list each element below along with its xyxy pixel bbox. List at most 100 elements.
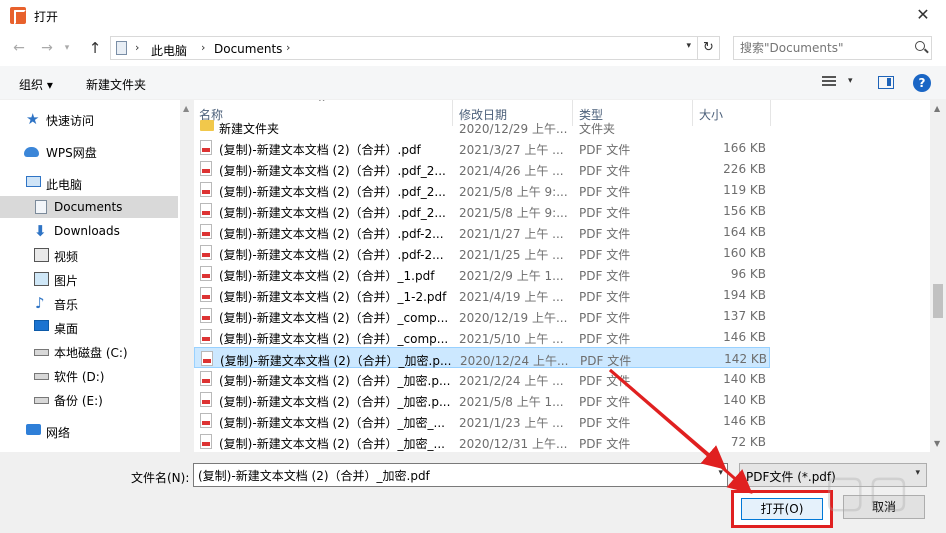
view-options-icon[interactable] (822, 76, 838, 90)
preview-pane-icon[interactable] (878, 76, 894, 89)
file-list-scrollbar[interactable]: ▲ ▼ (930, 100, 946, 452)
pdf-file-icon (200, 371, 212, 386)
file-size: 140 KB (723, 393, 766, 407)
close-button[interactable]: ✕ (900, 0, 946, 32)
table-row[interactable]: (复制)-新建文本文档 (2)（合并）_1.pdf 2021/2/9 上午 1..… (194, 263, 770, 284)
table-row[interactable]: (复制)-新建文本文档 (2)（合并）.pdf_2... 2021/5/8 上午 … (194, 179, 770, 200)
nav-item-label: 备份 (E:) (54, 394, 103, 408)
cancel-button[interactable]: 取消 (843, 495, 925, 519)
table-row[interactable]: (复制)-新建文本文档 (2)（合并）_comp... 2020/12/19 上午… (194, 305, 770, 326)
file-name: (复制)-新建文本文档 (2)（合并）_comp... (219, 311, 449, 325)
organize-button[interactable]: 组织 ▾ (19, 76, 53, 93)
file-date: 2020/12/31 上午... (459, 437, 568, 451)
nav-item-wps-cloud[interactable]: WPS网盘 (0, 140, 178, 162)
filename-input[interactable] (198, 467, 698, 483)
breadcrumb-chevron-icon[interactable]: › (286, 41, 290, 54)
scroll-up-arrow-icon[interactable]: ▲ (934, 104, 940, 113)
forward-arrow-icon[interactable]: → (36, 38, 58, 58)
search-box[interactable] (733, 36, 932, 60)
file-date: 2021/5/8 上午 9:... (459, 206, 568, 220)
help-icon[interactable]: ? (913, 74, 931, 92)
filename-combobox[interactable]: ▾ (193, 463, 728, 487)
file-date: 2021/4/19 上午 ... (459, 290, 564, 304)
nav-item-drive-d[interactable]: 软件 (D:) (0, 364, 178, 386)
nav-item-pictures[interactable]: 图片 (0, 268, 178, 290)
scrollbar-thumb[interactable] (933, 284, 943, 318)
nav-item-drive-c[interactable]: 本地磁盘 (C:) (0, 340, 178, 362)
file-name: (复制)-新建文本文档 (2)（合并）.pdf (219, 143, 421, 157)
pdf-file-icon (200, 413, 212, 428)
recent-locations-chevron-icon[interactable]: ▾ (60, 38, 74, 58)
documents-icon (35, 200, 47, 214)
column-divider[interactable] (770, 100, 771, 126)
file-name: (复制)-新建文本文档 (2)（合并）.pdf-2... (219, 227, 444, 241)
breadcrumb-chevron-icon[interactable]: › (135, 41, 139, 54)
file-name: (复制)-新建文本文档 (2)（合并）.pdf-2... (219, 248, 444, 262)
table-row[interactable]: (复制)-新建文本文档 (2)（合并）.pdf_2... 2021/4/26 上午… (194, 158, 770, 179)
filetype-select[interactable]: PDF文件 (*.pdf) ▾ (739, 463, 927, 487)
file-date: 2021/1/27 上午 ... (459, 227, 564, 241)
address-bar[interactable]: › 此电脑 › Documents › ▾ (110, 36, 698, 60)
address-document-icon (116, 41, 127, 55)
drive-icon (34, 349, 49, 356)
table-row[interactable]: (复制)-新建文本文档 (2)（合并）_加密_... 2021/1/23 上午 .… (194, 410, 770, 431)
file-size: 226 KB (723, 162, 766, 176)
nav-item-downloads[interactable]: ⬇ Downloads (0, 220, 178, 242)
table-row[interactable]: (复制)-新建文本文档 (2)（合并）_加密_... 2020/12/31 上午.… (194, 431, 770, 452)
file-type: PDF 文件 (579, 395, 631, 409)
nav-item-label: Downloads (54, 224, 120, 238)
nav-scrollbar[interactable]: ▲ (180, 100, 194, 452)
address-dropdown-chevron-icon[interactable]: ▾ (686, 41, 691, 51)
music-icon: ♪ (35, 294, 45, 312)
breadcrumb-chevron-icon[interactable]: › (201, 41, 205, 54)
search-input[interactable] (740, 40, 900, 56)
file-date: 2021/4/26 上午 ... (459, 164, 564, 178)
breadcrumb-documents[interactable]: Documents (214, 42, 282, 56)
filename-dropdown-chevron-icon[interactable]: ▾ (718, 468, 723, 478)
up-arrow-icon[interactable]: ↑ (84, 38, 106, 58)
search-icon[interactable] (915, 41, 925, 51)
nav-item-network[interactable]: 网络 (0, 420, 178, 442)
scroll-down-arrow-icon[interactable]: ▼ (934, 439, 940, 448)
table-row[interactable]: (复制)-新建文本文档 (2)（合并）_加密.p... 2021/5/8 上午 1… (194, 389, 770, 410)
folder-icon (200, 120, 214, 131)
nav-item-label: 桌面 (54, 322, 79, 336)
nav-item-quick-access[interactable]: ★ 快速访问 (0, 108, 178, 130)
table-row[interactable]: (复制)-新建文本文档 (2)（合并）.pdf_2... 2021/5/8 上午 … (194, 200, 770, 221)
file-type: PDF 文件 (580, 354, 632, 368)
table-row[interactable]: (复制)-新建文本文档 (2)（合并）_加密.p... 2020/12/24 上午… (194, 347, 770, 368)
table-row[interactable]: (复制)-新建文本文档 (2)（合并）.pdf-2... 2021/1/25 上午… (194, 242, 770, 263)
file-type: PDF 文件 (579, 227, 631, 241)
file-type: PDF 文件 (579, 437, 631, 451)
table-row[interactable]: (复制)-新建文本文档 (2)（合并）_1-2.pdf 2021/4/19 上午 … (194, 284, 770, 305)
open-button[interactable]: 打开(O) (741, 498, 823, 520)
table-row[interactable]: (复制)-新建文本文档 (2)（合并）_加密.p... 2021/2/24 上午 … (194, 368, 770, 389)
nav-item-drive-e[interactable]: 备份 (E:) (0, 388, 178, 410)
refresh-icon[interactable]: ↻ (698, 36, 720, 60)
view-chevron-down-icon[interactable]: ▾ (848, 76, 853, 86)
table-row[interactable]: 新建文件夹 2020/12/29 上午... 文件夹 (194, 116, 770, 137)
nav-item-this-pc[interactable]: 此电脑 (0, 172, 178, 194)
file-size: 142 KB (724, 352, 767, 366)
back-arrow-icon[interactable]: ← (8, 38, 30, 58)
table-row[interactable]: (复制)-新建文本文档 (2)（合并）.pdf 2021/3/27 上午 ... P… (194, 137, 770, 158)
pdf-file-icon (200, 224, 212, 239)
file-type: PDF 文件 (579, 269, 631, 283)
nav-item-desktop[interactable]: 桌面 (0, 316, 178, 338)
nav-item-documents[interactable]: Documents (0, 196, 178, 218)
pdf-file-icon (200, 308, 212, 323)
pdf-file-icon (200, 161, 212, 176)
nav-item-videos[interactable]: 视频 (0, 244, 178, 266)
scroll-up-arrow-icon[interactable]: ▲ (183, 104, 189, 113)
table-row[interactable]: (复制)-新建文本文档 (2)（合并）.pdf-2... 2021/1/27 上午… (194, 221, 770, 242)
file-type: 文件夹 (579, 122, 616, 136)
breadcrumb-this-pc[interactable]: 此电脑 (151, 42, 187, 59)
new-folder-button[interactable]: 新建文件夹 (86, 76, 146, 93)
nav-item-music[interactable]: ♪ 音乐 (0, 292, 178, 314)
open-button-highlight: 打开(O) (731, 490, 833, 528)
table-row[interactable]: (复制)-新建文本文档 (2)（合并）_comp... 2021/5/10 上午 … (194, 326, 770, 347)
file-name: (复制)-新建文本文档 (2)（合并）_加密.p... (220, 354, 452, 368)
file-date: 2021/3/27 上午 ... (459, 143, 564, 157)
file-type: PDF 文件 (579, 164, 631, 178)
file-date: 2020/12/19 上午... (459, 311, 568, 325)
